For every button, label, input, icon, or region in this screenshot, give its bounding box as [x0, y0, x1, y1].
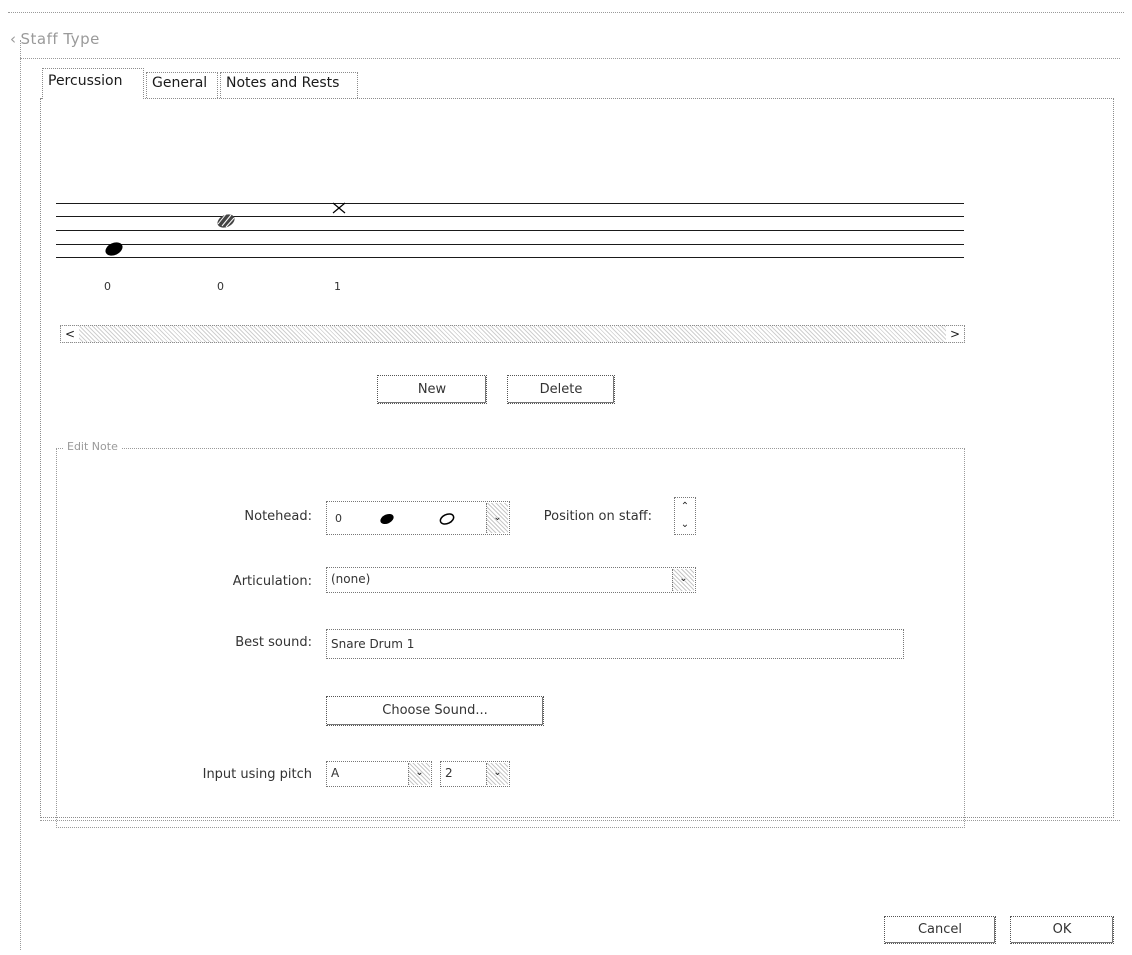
notehead-filled-icon [380, 513, 394, 525]
tab-notes-and-rests[interactable]: Notes and Rests [220, 72, 358, 98]
chevron-down-icon[interactable]: ⌄ [672, 569, 694, 591]
notehead-filled-icon[interactable] [100, 238, 128, 260]
edit-note-group-label: Edit Note [64, 440, 121, 453]
staff-scrollbar[interactable]: < > [60, 325, 965, 343]
title-divider [20, 58, 1120, 59]
chevron-down-icon[interactable]: ⌄ [486, 503, 508, 533]
new-button[interactable]: New [377, 375, 487, 404]
position-on-staff-label: Position on staff: [543, 509, 652, 524]
up-arrow-icon[interactable]: ⌃ [675, 498, 695, 516]
delete-button[interactable]: Delete [507, 375, 615, 404]
pitch-octave-select[interactable]: 2 ⌄ [440, 761, 510, 787]
cancel-button[interactable]: Cancel [884, 916, 996, 944]
footer-divider [40, 820, 1120, 821]
pitch-note-select[interactable]: A ⌄ [326, 761, 432, 787]
chevron-right-icon[interactable]: > [946, 326, 964, 342]
notehead-shaded-icon[interactable] [212, 210, 240, 232]
best-sound-label: Best sound: [235, 635, 312, 650]
notehead-label: Notehead: [244, 509, 312, 524]
staff-line [56, 244, 964, 245]
best-sound-field[interactable]: Snare Drum 1 [326, 629, 904, 659]
articulation-label: Articulation: [232, 574, 312, 589]
note-position-label: 0 [104, 280, 111, 293]
note-position-label: 1 [334, 280, 341, 293]
tab-general[interactable]: General [146, 72, 218, 98]
chevron-down-icon[interactable]: ⌄ [408, 763, 430, 785]
chevron-left-icon: ‹ [10, 30, 17, 48]
chevron-left-icon[interactable]: < [61, 326, 79, 342]
staff-line [56, 257, 964, 258]
down-arrow-icon[interactable]: ⌄ [675, 516, 695, 534]
staff-line [56, 230, 964, 231]
note-position-label: 0 [217, 280, 224, 293]
articulation-select[interactable]: (none) ⌄ [326, 567, 696, 593]
window-title: ‹ Staff Type [10, 30, 100, 48]
input-pitch-label: Input using pitch [202, 767, 312, 782]
notehead-hollow-icon [439, 513, 455, 525]
staff-line [56, 203, 964, 204]
notehead-x-icon[interactable] [330, 200, 348, 216]
ok-button[interactable]: OK [1010, 916, 1114, 944]
choose-sound-button[interactable]: Choose Sound... [326, 696, 544, 726]
tab-percussion[interactable]: Percussion [42, 68, 144, 99]
window-top-border [8, 12, 1124, 13]
chevron-down-icon[interactable]: ⌄ [486, 763, 508, 785]
notehead-select[interactable]: 0 ⌄ [326, 501, 510, 535]
staff-line [56, 216, 964, 217]
position-stepper[interactable]: ⌃ ⌄ [674, 497, 696, 535]
window-left-border [20, 40, 21, 950]
